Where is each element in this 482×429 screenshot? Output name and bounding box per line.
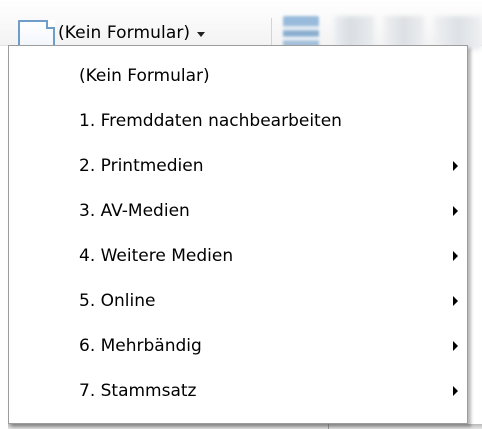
toolbar-separator	[271, 18, 272, 48]
menu-item-av-medien[interactable]: 3. AV-Medien	[9, 188, 467, 233]
submenu-arrow-icon	[453, 385, 458, 396]
dropdown-caret-icon[interactable]	[197, 31, 206, 37]
form-selector-label: (Kein Formular)	[58, 23, 191, 43]
menu-item-fremddaten-nachbearbeiten[interactable]: 1. Fremddaten nachbearbeiten	[9, 98, 467, 143]
menu-item-weitere-medien[interactable]: 4. Weitere Medien	[9, 233, 467, 278]
menu-item-label: 7. Stammsatz	[79, 380, 197, 401]
menu-item-printmedien[interactable]: 2. Printmedien	[9, 143, 467, 188]
submenu-arrow-icon	[453, 160, 458, 171]
menu-item-online[interactable]: 5. Online	[9, 278, 467, 323]
window-bottom-edge	[8, 424, 482, 429]
submenu-arrow-icon	[453, 250, 458, 261]
menu-item-mehrbaendig[interactable]: 6. Mehrbändig	[9, 323, 467, 368]
menu-item-kein-formular[interactable]: (Kein Formular)	[9, 53, 467, 98]
menu-item-stammsatz[interactable]: 7. Stammsatz	[9, 368, 467, 413]
menu-item-label: 4. Weitere Medien	[79, 245, 234, 266]
submenu-arrow-icon	[453, 205, 458, 216]
menu-item-label: 2. Printmedien	[79, 155, 204, 176]
menu-item-label: 1. Fremddaten nachbearbeiten	[79, 110, 342, 131]
submenu-arrow-icon	[453, 340, 458, 351]
form-dropdown-menu: (Kein Formular) 1. Fremddaten nachbearbe…	[8, 45, 468, 424]
menu-item-label: (Kein Formular)	[79, 65, 210, 86]
menu-item-label: 6. Mehrbändig	[79, 335, 202, 356]
submenu-arrow-icon	[453, 295, 458, 306]
toolbar: (Kein Formular)	[0, 0, 482, 56]
menu-item-label: 3. AV-Medien	[79, 200, 190, 221]
menu-item-label: 5. Online	[79, 290, 156, 311]
